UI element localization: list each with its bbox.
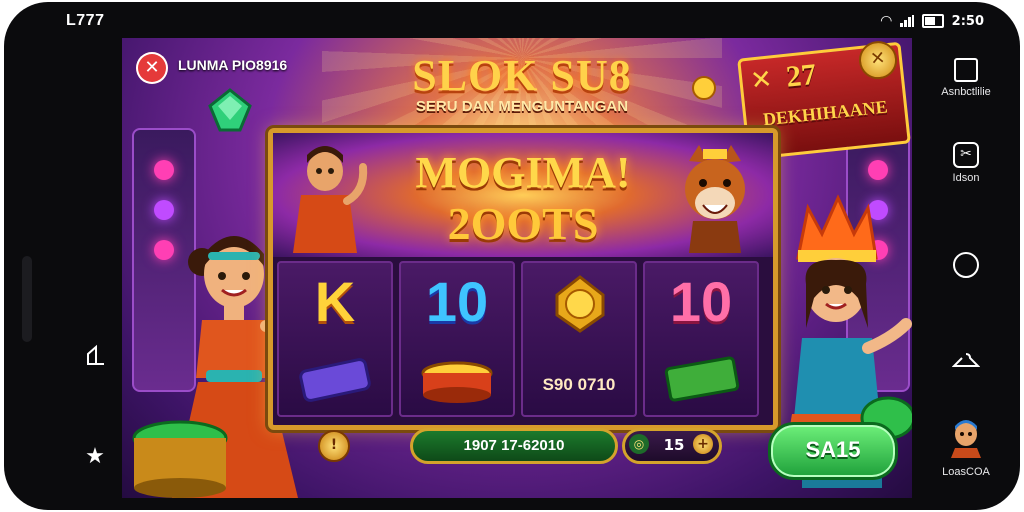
spin-button[interactable]: SA15 xyxy=(768,422,898,480)
player-label: LUNMA PIO8916 xyxy=(178,57,288,73)
balance-display: 1907 17-62010 xyxy=(410,428,618,464)
coin-icon xyxy=(692,76,716,100)
badge-coin-icon: ✕ xyxy=(857,39,899,82)
banner-title-line1: MOGIMA! xyxy=(415,148,631,197)
jackpot-banner: MOGIMA! 2OOTS xyxy=(273,133,773,257)
badge-x-icon: ✕ xyxy=(748,64,774,97)
right-rail: Asnbctlilie ✂ Idson LoasCOA xyxy=(912,38,1020,498)
signal-icon xyxy=(899,15,914,27)
circle-icon xyxy=(953,252,979,278)
reel-3[interactable]: S90 0710 xyxy=(521,261,637,417)
reel-symbol: 10 xyxy=(669,270,733,333)
purple-phone-icon xyxy=(299,358,371,402)
banner-title-line2: 2OOTS xyxy=(447,198,599,249)
rr-item-tool[interactable]: ✂ Idson xyxy=(912,142,1020,184)
bottom-control-bar: ! 1907 17-62010 ◎ 15 + xyxy=(318,424,722,464)
square-icon xyxy=(954,58,978,82)
rr-label: Asnbctlilie xyxy=(941,86,991,98)
gold-coin-icon xyxy=(555,275,605,333)
phone-frame: L777 ◠ 2:50 ★ ✕ LUNMA PIO8916 SLOK SU8 S… xyxy=(4,2,1020,510)
info-coin-button[interactable]: ! xyxy=(318,430,350,462)
money-stack-icon xyxy=(664,356,740,402)
reel-symbol: K xyxy=(314,270,356,333)
badge-label: DEKHIHAANE xyxy=(762,96,889,130)
game-subtitle: SERU DAN MENGUNTANGAN xyxy=(415,98,629,115)
bet-decrease-button[interactable]: ◎ xyxy=(629,434,649,454)
reel-symbol: 10 xyxy=(425,270,489,333)
wifi-icon: ◠ xyxy=(880,13,892,29)
hanger-icon xyxy=(951,353,981,367)
star-icon[interactable]: ★ xyxy=(80,444,110,469)
battery-icon xyxy=(921,14,944,28)
slot-reels: K 10 S90 0710 10 xyxy=(277,261,759,417)
rr-label: Idson xyxy=(952,172,980,184)
bet-stepper: ◎ 15 + xyxy=(622,428,722,464)
fox-mascot-icon xyxy=(685,145,745,253)
badge-number: 27 xyxy=(784,57,818,94)
status-bar: L777 ◠ 2:50 xyxy=(4,2,1020,38)
tool-icon: ✂ xyxy=(953,142,979,168)
rr-item-avatar[interactable]: LoasCOA xyxy=(912,418,1020,478)
game-title: SLOK SU8 xyxy=(412,51,632,100)
left-rail: ★ xyxy=(4,38,122,498)
green-gem-icon xyxy=(208,88,252,132)
status-time: 2:50 xyxy=(951,13,984,29)
home-nav-icon[interactable] xyxy=(80,344,110,372)
rr-item-home[interactable] xyxy=(912,252,1020,278)
rr-item-square[interactable]: Asnbctlilie xyxy=(912,58,1020,98)
close-button[interactable]: ✕ xyxy=(136,52,168,84)
game-screen: ✕ LUNMA PIO8916 SLOK SU8 SERU DAN MENGUN… xyxy=(122,38,912,498)
bet-value: 15 xyxy=(663,436,685,454)
status-left-text: L777 xyxy=(66,12,105,29)
rr-label: LoasCOA xyxy=(942,466,990,478)
drum-icon xyxy=(421,361,493,403)
slot-machine-frame: MOGIMA! 2OOTS K 10 S90 0710 10 xyxy=(268,128,778,430)
reel-4[interactable]: 10 xyxy=(643,261,759,417)
reel-amount: S90 0710 xyxy=(542,375,616,394)
reel-2[interactable]: 10 xyxy=(399,261,515,417)
avatar-icon xyxy=(951,420,981,458)
hero-character-icon xyxy=(293,146,368,253)
rr-item-hanger[interactable] xyxy=(912,352,1020,374)
bet-increase-button[interactable]: + xyxy=(693,434,713,454)
status-icons: ◠ 2:50 xyxy=(881,13,984,29)
reel-1[interactable]: K xyxy=(277,261,393,417)
side-sensor xyxy=(22,256,32,342)
coin-stack-left xyxy=(132,420,228,498)
